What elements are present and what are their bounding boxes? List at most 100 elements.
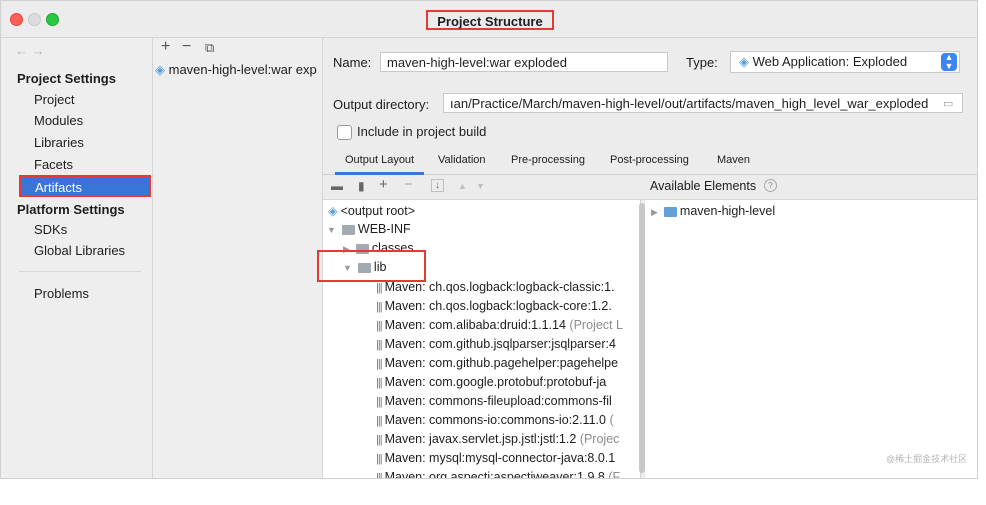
library-jar-icon: ||| bbox=[376, 396, 383, 408]
lib-highlight-box bbox=[317, 250, 426, 282]
type-label: Type: bbox=[686, 55, 718, 70]
web-app-icon: ◈ bbox=[739, 54, 749, 69]
jar-label: Maven: ch.qos.logback:logback-classic:1. bbox=[384, 280, 615, 294]
output-layout-tree: ◈ <output root> ▼ WEB-INF ▶ classes ▼ lib ||… bbox=[323, 200, 641, 478]
tree-node-jar[interactable]: ||| Maven: javax.servlet.jsp.jstl:jstl:1.… bbox=[376, 430, 619, 449]
section-project-settings: Project Settings bbox=[17, 71, 116, 86]
tree-node-jar[interactable]: ||| Maven: commons-fileupload:commons-fil bbox=[376, 392, 612, 411]
library-jar-icon: ||| bbox=[376, 339, 383, 351]
library-jar-icon: ||| bbox=[376, 377, 383, 389]
remove-artifact-icon[interactable]: − bbox=[182, 38, 191, 56]
section-platform-settings: Platform Settings bbox=[17, 202, 125, 217]
add-copy-of-icon[interactable]: + bbox=[379, 176, 388, 193]
sidebar-item-project[interactable]: Project bbox=[34, 92, 74, 107]
module-folder-icon bbox=[663, 206, 677, 217]
tree-node-jar[interactable]: ||| Maven: com.google.protobuf:protobuf-j… bbox=[376, 373, 606, 392]
sidebar-item-libraries[interactable]: Libraries bbox=[34, 135, 84, 150]
jar-scope-label: (Project L bbox=[565, 318, 623, 332]
title-bar: Project Structure bbox=[1, 1, 977, 38]
layout-toolbar: ▬ ▮ + − ↓ ▲ ▼ Available Elements ? bbox=[323, 175, 977, 200]
jar-scope-label: (F bbox=[604, 470, 621, 478]
output-directory-label: Output directory: bbox=[333, 97, 430, 112]
folder-icon bbox=[341, 224, 355, 235]
tree-node-jar[interactable]: ||| Maven: com.github.pagehelper:pagehelp… bbox=[376, 354, 618, 373]
tree-node-jar[interactable]: ||| Maven: com.alibaba:druid:1.1.14 (Proj… bbox=[376, 316, 623, 335]
library-jar-icon: ||| bbox=[376, 472, 383, 478]
name-label: Name: bbox=[333, 55, 372, 70]
sort-elements-icon[interactable]: ↓ bbox=[431, 179, 444, 192]
move-up-icon[interactable]: ▲ bbox=[458, 181, 467, 191]
artifact-tabs: Output Layout Validation Pre-processing … bbox=[323, 150, 977, 175]
tree-node-jar[interactable]: ||| Maven: ch.qos.logback:logback-core:1.… bbox=[376, 297, 612, 316]
artifact-name-field[interactable]: maven-high-level:war exploded bbox=[380, 52, 668, 72]
include-in-build-label: Include in project build bbox=[357, 124, 487, 139]
library-jar-icon: ||| bbox=[376, 320, 383, 332]
library-jar-icon: ||| bbox=[376, 453, 383, 465]
jar-scope-label: ( bbox=[605, 413, 614, 427]
sidebar-item-modules[interactable]: Modules bbox=[34, 113, 83, 128]
web-artifact-icon: ◈ bbox=[155, 62, 165, 77]
jar-label: Maven: ch.qos.logback:logback-core:1.2. bbox=[384, 299, 612, 313]
jar-label: Maven: mysql:mysql-connector-java:8.0.1 bbox=[384, 451, 616, 465]
tab-maven[interactable]: Maven bbox=[717, 154, 750, 166]
jar-label: Maven: com.github.jsqlparser:jsqlparser:… bbox=[384, 337, 616, 351]
sidebar-item-global-libraries[interactable]: Global Libraries bbox=[34, 243, 125, 258]
sidebar-item-facets[interactable]: Facets bbox=[34, 157, 73, 172]
jar-label: Maven: commons-io:commons-io:2.11.0 bbox=[384, 413, 606, 427]
tree-node-jar[interactable]: ||| Maven: mysql:mysql-connector-java:8.0… bbox=[376, 449, 615, 468]
artifact-name: maven-high-level:war exp bbox=[168, 62, 317, 77]
tab-output-layout[interactable]: Output Layout bbox=[334, 154, 425, 175]
available-item-module[interactable]: ▶ maven-high-level bbox=[651, 202, 775, 221]
tree-node-jar[interactable]: ||| Maven: org.aspectj:aspectjweaver:1.9.… bbox=[376, 468, 620, 478]
tree-node-jar[interactable]: ||| Maven: com.github.jsqlparser:jsqlpars… bbox=[376, 335, 616, 354]
watermark: @稀土掘金技术社区 bbox=[886, 454, 968, 464]
jar-label: Maven: com.google.protobuf:protobuf-ja bbox=[384, 375, 607, 389]
browse-folder-icon[interactable]: ▭ bbox=[943, 97, 953, 110]
project-structure-window: Project Structure ← → Project Settings P… bbox=[0, 0, 978, 479]
include-in-build-checkbox[interactable] bbox=[337, 125, 352, 140]
help-icon[interactable]: ? bbox=[764, 179, 777, 192]
jar-label: Maven: com.github.pagehelper:pagehelpe bbox=[384, 356, 619, 370]
output-directory-field[interactable]: ıan/Practice/March/maven-high-level/out/… bbox=[443, 93, 963, 113]
tab-post-processing[interactable]: Post-processing bbox=[610, 154, 689, 166]
tree-node-output-root[interactable]: ◈ <output root> bbox=[328, 202, 415, 221]
artifact-type-select[interactable]: ◈ Web Application: Exploded ▲ ▼ bbox=[730, 51, 960, 73]
close-window-button[interactable] bbox=[10, 13, 23, 26]
sidebar-divider bbox=[19, 271, 141, 272]
minimize-window-button[interactable] bbox=[28, 13, 41, 26]
jar-label: Maven: commons-fileupload:commons-fil bbox=[384, 394, 612, 408]
jar-label: Maven: com.alibaba:druid:1.1.14 bbox=[384, 318, 566, 332]
artifacts-list-panel: + − ⧉ ◈ maven-high-level:war exp bbox=[153, 38, 323, 478]
copy-artifact-icon[interactable]: ⧉ bbox=[205, 40, 214, 56]
sidebar-item-problems[interactable]: Problems bbox=[34, 286, 89, 301]
sidebar-item-sdks[interactable]: SDKs bbox=[34, 222, 67, 237]
collapsed-arrow-icon: ▶ bbox=[651, 207, 658, 217]
library-jar-icon: ||| bbox=[376, 434, 383, 446]
artifact-list-item[interactable]: ◈ maven-high-level:war exp bbox=[153, 59, 322, 81]
jar-label: Maven: javax.servlet.jsp.jstl:jstl:1.2 bbox=[384, 432, 577, 446]
create-directory-icon[interactable]: ▬ bbox=[331, 179, 343, 193]
zoom-window-button[interactable] bbox=[46, 13, 59, 26]
library-jar-icon: ||| bbox=[376, 301, 383, 313]
tree-node-web-inf[interactable]: ▼ WEB-INF bbox=[327, 220, 411, 239]
library-jar-icon: ||| bbox=[376, 282, 383, 294]
chevron-updown-icon: ▲ ▼ bbox=[941, 53, 957, 71]
tab-pre-processing[interactable]: Pre-processing bbox=[511, 154, 585, 166]
window-title: Project Structure bbox=[426, 10, 554, 30]
available-elements-tree: ▶ maven-high-level bbox=[645, 200, 977, 478]
create-archive-icon[interactable]: ▮ bbox=[358, 179, 365, 193]
tab-validation[interactable]: Validation bbox=[438, 154, 486, 166]
expanded-arrow-icon: ▼ bbox=[327, 225, 336, 235]
settings-sidebar: ← → Project Settings Project Modules Lib… bbox=[1, 38, 153, 478]
add-artifact-icon[interactable]: + bbox=[161, 38, 170, 56]
library-jar-icon: ||| bbox=[376, 358, 383, 370]
artifact-type-value: Web Application: Exploded bbox=[752, 54, 908, 69]
tree-node-jar[interactable]: ||| Maven: commons-io:commons-io:2.11.0 ( bbox=[376, 411, 614, 430]
move-down-icon[interactable]: ▼ bbox=[476, 181, 485, 191]
remove-element-icon[interactable]: − bbox=[404, 176, 413, 193]
library-jar-icon: ||| bbox=[376, 415, 383, 427]
available-elements-label: Available Elements bbox=[650, 179, 757, 193]
jar-label: Maven: org.aspectj:aspectjweaver:1.9.8 bbox=[384, 470, 605, 478]
sidebar-item-artifacts[interactable]: Artifacts bbox=[19, 175, 151, 197]
back-forward-icons[interactable]: ← → bbox=[15, 43, 45, 58]
